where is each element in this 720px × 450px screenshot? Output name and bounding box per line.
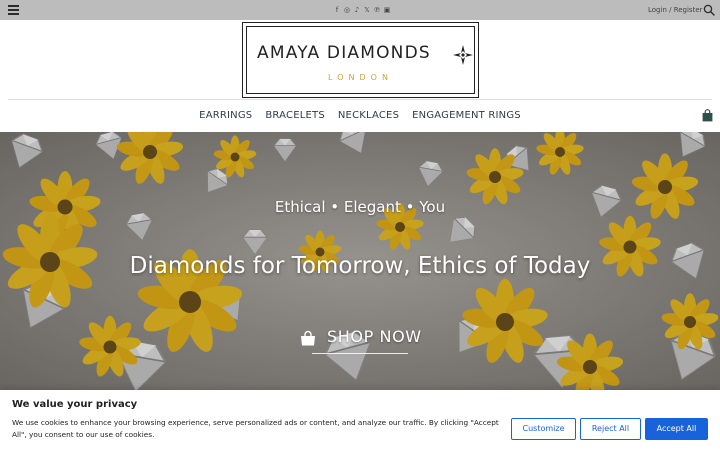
nav-engagement-rings[interactable]: ENGAGEMENT RINGS: [412, 108, 521, 124]
shop-now-label: SHOP NOW: [327, 327, 422, 346]
shop-now-button[interactable]: SHOP NOW: [298, 324, 422, 354]
search-icon[interactable]: [703, 4, 715, 16]
hero-tagline: Ethical • Elegant • You: [274, 198, 446, 216]
instagram-icon[interactable]: ◎: [343, 4, 351, 16]
cookie-title: We value your privacy: [12, 399, 138, 410]
hero-headline: Diamonds for Tomorrow, Ethics of Today: [129, 253, 591, 279]
logo-brand-name: AMAYA DIAMONDS: [257, 43, 431, 63]
nav-necklaces[interactable]: NECKLACES: [338, 108, 399, 124]
social-links: f ◎ ♪ 𝕏 ℗ ▣: [333, 4, 391, 16]
diamond-star-icon: [453, 45, 473, 65]
cookie-description: We use cookies to enhance your browsing …: [12, 418, 499, 439]
main-nav: EARRINGS BRACELETS NECKLACES ENGAGEMENT …: [0, 108, 720, 124]
customize-button[interactable]: Customize: [511, 418, 576, 440]
shop-now-underline: [312, 353, 408, 354]
cookie-consent-banner: We value your privacy We use cookies to …: [0, 390, 720, 450]
hero-banner[interactable]: Ethical • Elegant • You Diamonds for Tom…: [0, 132, 720, 392]
site-header: AMAYA DIAMONDS LONDON EARRINGS BRACELETS…: [0, 20, 720, 132]
facebook-icon[interactable]: f: [333, 4, 341, 16]
logo-frame: AMAYA DIAMONDS LONDON: [246, 26, 475, 94]
tiktok-icon[interactable]: ♪: [353, 4, 361, 16]
nav-bracelets[interactable]: BRACELETS: [265, 108, 325, 124]
nav-earrings[interactable]: EARRINGS: [199, 108, 252, 124]
x-icon[interactable]: 𝕏: [363, 4, 371, 16]
shopping-bag-icon: [301, 330, 315, 346]
login-register-link[interactable]: Login / Register: [648, 4, 703, 16]
shopping-bag-icon[interactable]: [702, 109, 713, 122]
header-divider: [8, 99, 712, 100]
accept-all-button[interactable]: Accept All: [645, 418, 708, 440]
brand-logo[interactable]: AMAYA DIAMONDS LONDON: [242, 22, 479, 98]
top-bar: f ◎ ♪ 𝕏 ℗ ▣ Login / Register: [0, 0, 720, 20]
logo-location: LONDON: [328, 73, 393, 82]
youtube-icon[interactable]: ▣: [383, 4, 391, 16]
pinterest-icon[interactable]: ℗: [373, 4, 381, 16]
reject-all-button[interactable]: Reject All: [580, 418, 641, 440]
hamburger-icon[interactable]: [8, 5, 19, 15]
